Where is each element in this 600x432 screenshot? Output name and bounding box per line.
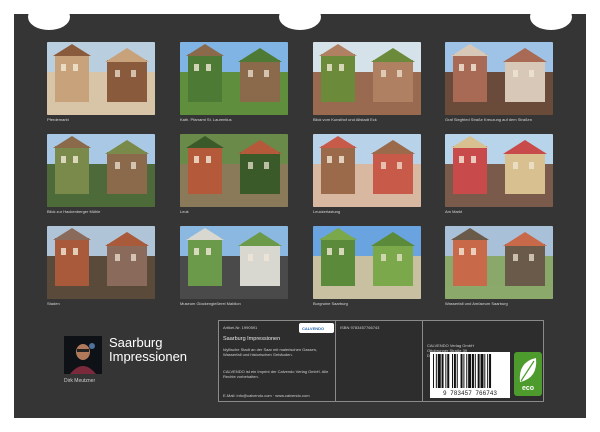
photo-caption: Leuk [180, 209, 189, 214]
calendar-photo [445, 226, 553, 299]
photo-caption: Am Markt [445, 209, 463, 214]
calendar-photo [47, 42, 155, 115]
info-column-isbn: ISBN 9783457766743 [336, 321, 423, 401]
photo-caption: Pferdemarkt [47, 117, 69, 122]
calendar-title: Saarburg Impressionen [109, 336, 187, 364]
info-column-main: Artikel-Nr. 1990591 CALVENDO Saarburg Im… [219, 321, 336, 401]
author-portrait [64, 336, 102, 374]
product-description: Idyllische Stadt an der Saar mit maleris… [223, 347, 318, 357]
calendar-photo [47, 134, 155, 207]
author-name: Dirk Meutzner [64, 378, 96, 384]
calvendo-logo-text: CALVENDO [302, 326, 325, 331]
photo-caption: Leuckerlastung [313, 209, 341, 214]
photo-caption: Kath. Pfarramt St. Laurentius [180, 117, 232, 122]
barcode: 9 783457 766743 [430, 352, 510, 398]
binding-hole [279, 4, 321, 30]
isbn-label: ISBN 9783457766743 [340, 325, 380, 330]
title-line-2: Impressionen [109, 349, 188, 364]
photo-caption: Graf Siegfried Straße Kreuzung auf dem S… [445, 117, 532, 122]
article-number: Artikel-Nr. 1990591 [223, 325, 258, 330]
calvendo-logo: CALVENDO [299, 323, 334, 333]
eco-label: eco [521, 385, 535, 392]
photo-caption: Burgruine Saarburg [313, 301, 348, 306]
calendar-photo [180, 226, 288, 299]
calendar-photo [445, 42, 553, 115]
calendar-photo [313, 42, 421, 115]
photo-caption: Museum Glockengießerei Mabilon [180, 301, 241, 306]
calendar-photo [47, 226, 155, 299]
binding-hole [28, 4, 70, 30]
photo-caption: Staden [47, 301, 60, 306]
photo-caption: Blick zur Hackenberger Mühle [47, 209, 101, 214]
photo-caption: Blick vom Kunsthof und Altstadt Eck [313, 117, 377, 122]
calendar-photo [445, 134, 553, 207]
legal-text: CALVENDO ist ein Imprint der Calvendo Ve… [223, 369, 329, 379]
eco-badge: eco [514, 352, 542, 396]
calendar-photo [180, 42, 288, 115]
title-line-1: Saarburg [109, 335, 163, 350]
calendar-photo [313, 134, 421, 207]
contact-email: E-Mail: info@calvendo.com · www.calvendo… [223, 393, 310, 398]
photo-caption: Wasserfall und Amüseum Saarburg [445, 301, 508, 306]
barcode-number: 9 783457 766743 [442, 390, 497, 397]
product-title: Saarburg Impressionen [223, 336, 281, 342]
calendar-photo [313, 226, 421, 299]
calendar-photo [180, 134, 288, 207]
binding-hole [530, 4, 572, 30]
